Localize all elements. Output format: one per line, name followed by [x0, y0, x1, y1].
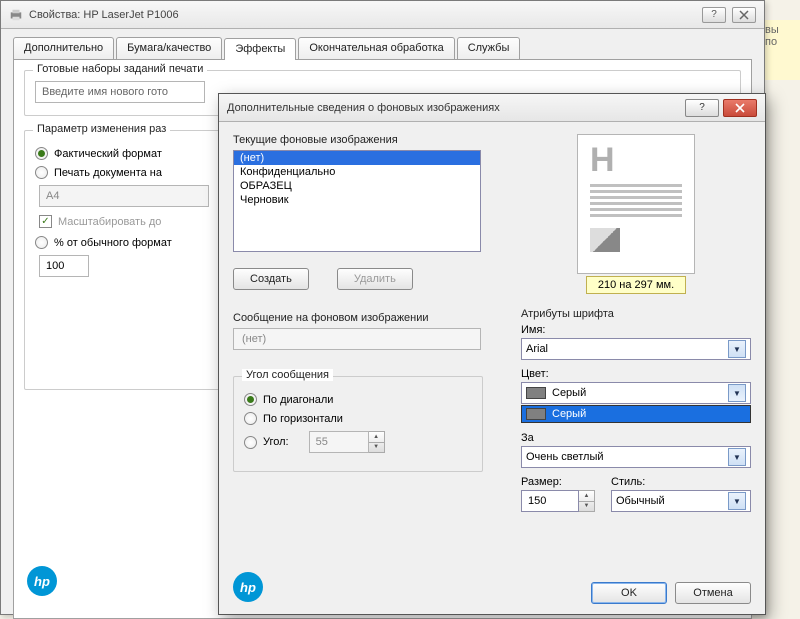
- radio-angle-label: Угол:: [263, 436, 289, 448]
- radio-print-on-label: Печать документа на: [54, 167, 162, 179]
- color-dropdown[interactable]: Серый: [521, 405, 751, 423]
- list-item-none[interactable]: (нет): [234, 151, 480, 165]
- size-spinner[interactable]: ▲▼: [579, 490, 595, 512]
- angle-group-title: Угол сообщения: [242, 369, 333, 381]
- hp-logo-icon: hp: [27, 566, 57, 596]
- radio-actual-label: Фактический формат: [54, 148, 162, 160]
- page-preview: H: [577, 134, 695, 274]
- angle-spinner[interactable]: ▲▼: [369, 431, 385, 453]
- modal-title: Дополнительные сведения о фоновых изобра…: [227, 102, 500, 114]
- radio-diagonal-label: По диагонали: [263, 394, 333, 406]
- bg-text-2: по: [765, 36, 796, 48]
- preview-caption: 210 на 297 мм.: [586, 276, 686, 294]
- printer-icon: [9, 8, 23, 22]
- radio-diagonal[interactable]: [244, 393, 257, 406]
- style-combo[interactable]: Обычный ▼: [611, 490, 751, 512]
- size-label: Размер:: [521, 476, 595, 488]
- scale-checkbox[interactable]: [39, 215, 52, 228]
- color-combo[interactable]: Серый ▼ Серый: [521, 382, 751, 404]
- hp-logo-icon: hp: [233, 572, 263, 602]
- preset-name-input[interactable]: Введите имя нового гото: [35, 81, 205, 103]
- resize-group-title: Параметр изменения раз: [33, 123, 170, 135]
- radio-percent-label: % от обычного формат: [54, 237, 172, 249]
- scale-checkbox-label: Масштабировать до: [58, 216, 161, 228]
- bg-text-1: вы: [765, 24, 796, 36]
- shade-combo[interactable]: Очень светлый ▼: [521, 446, 751, 468]
- tab-finishing[interactable]: Окончательная обработка: [298, 37, 454, 59]
- main-titlebar: Свойства: HP LaserJet P1006 ?: [1, 1, 764, 29]
- radio-percent[interactable]: [35, 236, 48, 249]
- color-option-grey[interactable]: Серый: [522, 406, 750, 422]
- chevron-down-icon: ▼: [728, 384, 746, 402]
- angle-input[interactable]: 55: [309, 431, 369, 453]
- radio-angle[interactable]: [244, 436, 257, 449]
- percent-input[interactable]: 100: [39, 255, 89, 277]
- radio-horizontal-label: По горизонтали: [263, 413, 343, 425]
- size-input[interactable]: 150: [521, 490, 579, 512]
- font-name-value: Arial: [526, 343, 548, 355]
- list-item-draft[interactable]: Черновик: [234, 193, 480, 207]
- font-attrs-label: Атрибуты шрифта: [521, 308, 751, 320]
- help-button[interactable]: ?: [702, 7, 726, 23]
- modal-help-button[interactable]: ?: [685, 99, 719, 117]
- paper-size-combo[interactable]: A4: [39, 185, 209, 207]
- list-item-confidential[interactable]: Конфиденциально: [234, 165, 480, 179]
- watermark-dialog: Дополнительные сведения о фоновых изобра…: [218, 93, 766, 615]
- close-button[interactable]: [732, 7, 756, 23]
- tab-effects[interactable]: Эффекты: [224, 38, 296, 60]
- color-option-label: Серый: [552, 408, 586, 420]
- message-input[interactable]: (нет): [233, 328, 481, 350]
- font-name-label: Имя:: [521, 324, 751, 336]
- preview-chart-icon: [590, 228, 620, 252]
- font-name-combo[interactable]: Arial ▼: [521, 338, 751, 360]
- modal-close-button[interactable]: [723, 99, 757, 117]
- watermark-listbox[interactable]: (нет) Конфиденциально ОБРАЗЕЦ Черновик: [233, 150, 481, 252]
- ok-button[interactable]: OK: [591, 582, 667, 604]
- presets-group-title: Готовые наборы заданий печати: [33, 63, 207, 75]
- tab-services[interactable]: Службы: [457, 37, 521, 59]
- modal-titlebar: Дополнительные сведения о фоновых изобра…: [219, 94, 765, 122]
- chevron-down-icon: ▼: [728, 492, 746, 510]
- color-value: Серый: [552, 387, 586, 399]
- cancel-button[interactable]: Отмена: [675, 582, 751, 604]
- color-swatch-icon: [526, 408, 546, 420]
- list-item-sample[interactable]: ОБРАЗЕЦ: [234, 179, 480, 193]
- color-label: Цвет:: [521, 368, 751, 380]
- chevron-down-icon: ▼: [728, 448, 746, 466]
- tab-strip: Дополнительно Бумага/качество Эффекты Ок…: [1, 29, 764, 59]
- tab-paper[interactable]: Бумага/качество: [116, 37, 222, 59]
- current-bg-label: Текущие фоновые изображения: [233, 134, 503, 146]
- radio-print-on[interactable]: [35, 166, 48, 179]
- color-swatch-icon: [526, 387, 546, 399]
- chevron-down-icon: ▼: [728, 340, 746, 358]
- delete-button[interactable]: Удалить: [337, 268, 413, 290]
- shade-label-partial: За: [521, 432, 751, 444]
- main-title: Свойства: HP LaserJet P1006: [29, 9, 179, 21]
- tab-advanced[interactable]: Дополнительно: [13, 37, 114, 59]
- style-value: Обычный: [616, 495, 665, 507]
- shade-value: Очень светлый: [526, 451, 604, 463]
- radio-actual-size[interactable]: [35, 147, 48, 160]
- angle-group: Угол сообщения По диагонали По горизонта…: [233, 376, 483, 472]
- radio-horizontal[interactable]: [244, 412, 257, 425]
- create-button[interactable]: Создать: [233, 268, 309, 290]
- preview-letter-icon: H: [590, 145, 682, 175]
- message-label: Сообщение на фоновом изображении: [233, 312, 503, 324]
- style-label: Стиль:: [611, 476, 751, 488]
